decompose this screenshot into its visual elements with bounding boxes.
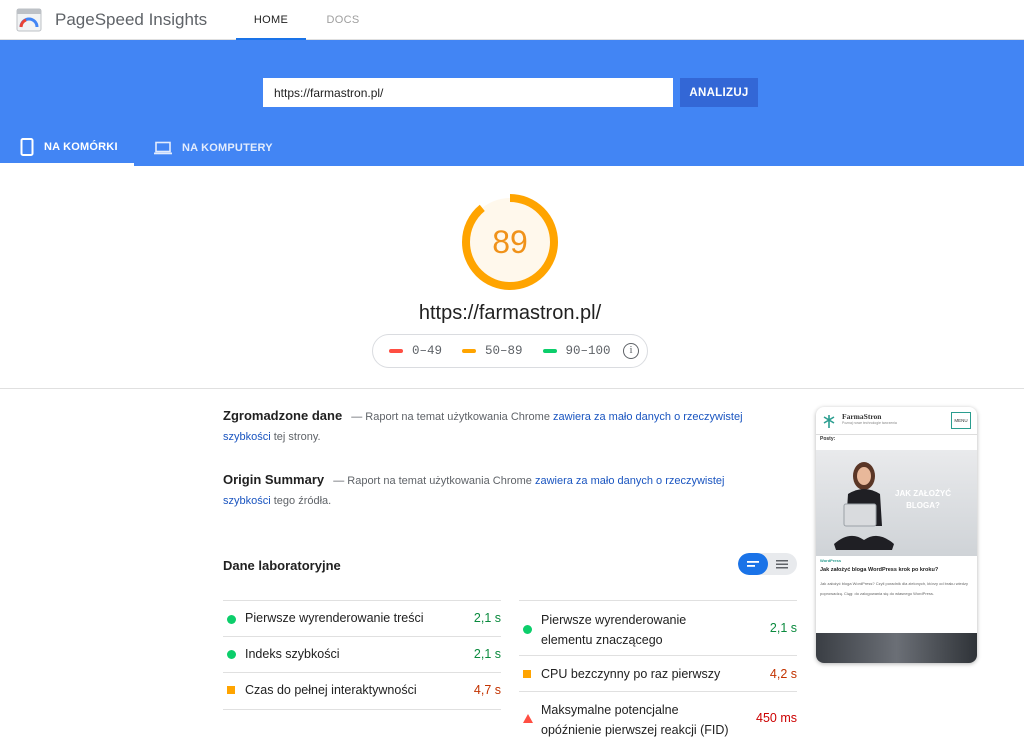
- tab-desktop-label: NA KOMPUTERY: [182, 142, 273, 154]
- url-form-section: ANALIZUJ NA KOMÓRKI NA KOMPUTERY: [0, 40, 1024, 166]
- thumbnail-hero-line1: JAK ZAŁOŻYĆ: [895, 489, 951, 498]
- legend-average-label: 50–89: [485, 344, 523, 358]
- metric-label: Indeks szybkości: [245, 647, 340, 661]
- metric-value: 2,1 s: [473, 647, 501, 661]
- field-data-title: Zgromadzone dane: [223, 408, 343, 423]
- metric-fcp: Pierwsze wyrenderowanie treści 2,1 s: [223, 600, 501, 637]
- detailed-list-icon: [776, 560, 788, 569]
- toggle-detail-view[interactable]: [768, 553, 797, 575]
- compact-list-icon: [747, 561, 759, 567]
- analyze-button[interactable]: ANALIZUJ: [680, 78, 758, 107]
- pagespeed-logo-icon[interactable]: [16, 8, 42, 32]
- metric-value: 4,7 s: [473, 683, 501, 697]
- metric-label-line2: elementu znaczącego: [541, 633, 663, 647]
- toggle-summary-view[interactable]: [738, 553, 768, 575]
- metric-value: 4,2 s: [769, 667, 797, 681]
- metric-speed-index: Indeks szybkości 2,1 s: [223, 637, 501, 673]
- metric-tti: Czas do pełnej interaktywności 4,7 s: [223, 673, 501, 710]
- origin-summary-title: Origin Summary: [223, 472, 325, 487]
- thumbnail-hero-line2: BLOGA?: [906, 501, 940, 510]
- metric-label: Pierwsze wyrenderowanie elementu znacząc…: [541, 610, 686, 650]
- legend-average-swatch: [462, 349, 477, 353]
- origin-summary-section: Origin Summary — Raport na temat użytkow…: [223, 470, 768, 511]
- origin-summary-text: — Raport na temat użytkowania Chrome: [333, 475, 532, 487]
- tab-mobile-label: NA KOMÓRKI: [44, 140, 118, 153]
- legend-fail-label: 0–49: [412, 344, 443, 358]
- legend-fail-swatch: [389, 349, 403, 353]
- performance-score: 89: [492, 224, 528, 260]
- thumbnail-menu-button: MENU: [951, 412, 971, 429]
- view-toggle[interactable]: [738, 553, 797, 575]
- legend-fail: 0–49: [389, 344, 442, 358]
- metric-label: CPU bezczynny po raz pierwszy: [541, 667, 721, 681]
- thumbnail-next-post-image: [816, 633, 977, 663]
- info-icon[interactable]: i: [623, 343, 639, 359]
- metric-label: Czas do pełnej interaktywności: [245, 683, 417, 697]
- thumbnail-hero-text: JAK ZAŁOŻYĆ BLOGA?: [888, 488, 958, 512]
- thumbnail-excerpt: Jak założyć bloga WordPress? Czyli porad…: [820, 581, 968, 596]
- thumbnail-hero-image: JAK ZAŁOŻYĆ BLOGA?: [816, 450, 977, 556]
- thumbnail-brand: FarmaStron: [842, 412, 882, 421]
- pass-dot-icon: [523, 625, 532, 634]
- top-bar: PageSpeed Insights HOME DOCS: [0, 0, 1024, 40]
- metric-value: 2,1 s: [473, 611, 501, 625]
- pass-dot-icon: [227, 615, 236, 624]
- metric-value: 450 ms: [756, 711, 797, 725]
- thumbnail-post-title: Jak założyć bloga WordPress krok po krok…: [820, 567, 939, 573]
- thumbnail-header: FarmaStron Poznaj nowe technologie tworz…: [816, 407, 977, 435]
- url-input[interactable]: [263, 78, 673, 107]
- thumbnail-tagline: Poznaj nowe technologie tworzenia: [842, 421, 897, 425]
- tab-docs[interactable]: DOCS: [306, 0, 380, 40]
- woman-with-laptop-illustration: [834, 462, 894, 550]
- metric-label: Maksymalne potencjalne opóźnienie pierws…: [541, 700, 729, 740]
- average-square-icon: [523, 670, 531, 678]
- score-legend: 0–49 50–89 90–100 i: [372, 334, 648, 368]
- divider: [0, 388, 1024, 389]
- average-square-icon: [227, 686, 235, 694]
- field-data-text: — Raport na temat użytkowania Chrome: [351, 411, 550, 423]
- pass-dot-icon: [227, 650, 236, 659]
- phone-icon: [20, 137, 34, 156]
- metric-value: 2,1 s: [769, 621, 797, 635]
- metric-first-cpu-idle: CPU bezczynny po raz pierwszy 4,2 s: [519, 656, 797, 692]
- metric-label-line1: Maksymalne potencjalne: [541, 703, 679, 717]
- metric-fmp: Pierwsze wyrenderowanie elementu znacząc…: [519, 600, 797, 656]
- app-title[interactable]: PageSpeed Insights: [55, 10, 207, 30]
- legend-pass: 90–100: [542, 344, 611, 358]
- metric-label-line2: opóźnienie pierwszej reakcji (FID): [541, 723, 729, 737]
- fail-triangle-icon: [523, 714, 533, 723]
- field-data-text-after: tej strony.: [273, 431, 321, 443]
- tab-home[interactable]: HOME: [236, 0, 306, 40]
- laptop-icon: [154, 141, 172, 155]
- origin-summary-text-after: tego źródła.: [273, 495, 332, 507]
- metric-max-fid: Maksymalne potencjalne opóźnienie pierws…: [519, 692, 797, 741]
- tab-mobile[interactable]: NA KOMÓRKI: [0, 130, 134, 166]
- legend-pass-label: 90–100: [565, 344, 611, 358]
- tab-desktop[interactable]: NA KOMPUTERY: [134, 130, 284, 166]
- thumbnail-category: WordPress: [820, 558, 842, 563]
- lab-data-title: Dane laboratoryjne: [223, 558, 341, 573]
- windmill-logo-icon: [823, 415, 835, 428]
- field-data-section: Zgromadzone dane — Raport na temat użytk…: [223, 406, 768, 447]
- page-screenshot-thumbnail: FarmaStron Poznaj nowe technologie tworz…: [816, 407, 977, 663]
- legend-average: 50–89: [462, 344, 523, 358]
- metric-label: Pierwsze wyrenderowanie treści: [245, 611, 424, 625]
- thumbnail-posts-label: Posty:: [820, 436, 836, 442]
- metric-label-line1: Pierwsze wyrenderowanie: [541, 613, 687, 627]
- legend-pass-swatch: [542, 349, 557, 353]
- tested-url: https://farmastron.pl/: [418, 302, 602, 324]
